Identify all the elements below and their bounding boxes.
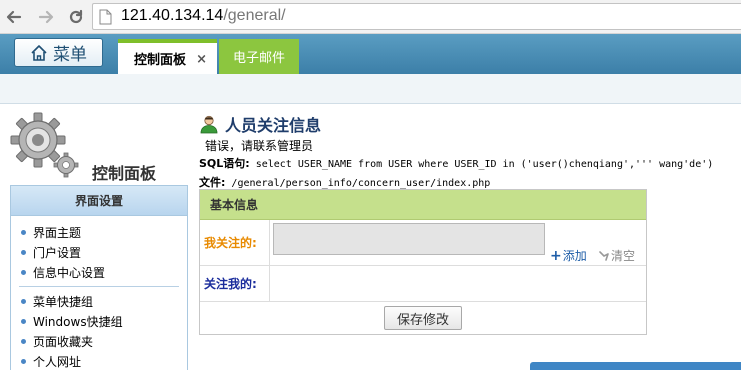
sidebar-item-theme[interactable]: 界面主题 — [21, 222, 187, 242]
plus-icon: + — [550, 247, 562, 264]
sidebar-item-personal-urls[interactable]: 个人网址 — [21, 351, 187, 370]
address-bar[interactable]: 121.40.134.14/general/ — [92, 3, 741, 30]
file-label: 文件: — [199, 176, 226, 189]
save-button[interactable]: 保存修改 — [384, 306, 462, 330]
bullet-icon — [21, 269, 26, 275]
bullet-icon — [21, 358, 26, 364]
forward-arrow-icon[interactable] — [34, 5, 58, 29]
file-path: 文件: /general/person_info/concern_user/in… — [199, 174, 490, 190]
basic-info-table: 基本信息 我关注的: + 添加 清空 关注我的: 保存修改 — [199, 189, 647, 335]
bullet-icon — [21, 318, 26, 324]
gear-icon — [10, 112, 80, 182]
bullet-icon — [21, 229, 26, 235]
concern-me-cell — [270, 266, 646, 301]
sidebar-section-title: 界面设置 — [11, 186, 187, 216]
clear-arrow-icon — [599, 250, 609, 261]
back-arrow-icon[interactable] — [2, 5, 26, 29]
table-row-my-concern: 我关注的: + 添加 清空 — [200, 220, 646, 266]
sub-toolbar — [0, 74, 741, 104]
sidebar-item-portal[interactable]: 门户设置 — [21, 242, 187, 262]
menu-button[interactable]: 菜单 — [14, 38, 103, 67]
concern-textarea[interactable] — [273, 223, 545, 255]
clear-button[interactable]: 清空 — [598, 247, 635, 264]
top-navigation-bar: 菜单 控制面板 × 电子邮件 — [0, 34, 741, 74]
my-concern-label: 我关注的: — [200, 220, 270, 265]
sql-statement: SQL语句: select USER_NAME from USER where … — [199, 155, 713, 171]
error-message: 错误，请联系管理员 — [205, 139, 314, 153]
concern-me-label: 关注我的: — [200, 266, 270, 301]
file-value: /general/person_info/concern_user/index.… — [225, 178, 491, 189]
sidebar-item-windows-shortcuts[interactable]: Windows快捷组 — [21, 311, 187, 331]
reload-icon[interactable] — [64, 5, 88, 29]
add-button[interactable]: + 添加 — [550, 247, 587, 264]
user-icon — [200, 115, 218, 134]
tab-control-panel[interactable]: 控制面板 × — [118, 39, 217, 74]
tab-email[interactable]: 电子邮件 — [219, 39, 299, 74]
table-heading: 基本信息 — [200, 190, 646, 220]
bullet-icon — [21, 249, 26, 255]
sidebar-divider — [19, 286, 179, 287]
bottom-panel-edge — [530, 362, 741, 370]
url-text: 121.40.134.14/general/ — [121, 7, 286, 24]
panel-title: 控制面板 — [92, 164, 157, 183]
tab-label: 控制面板 — [134, 53, 187, 68]
bullet-icon — [21, 298, 26, 304]
browser-toolbar: 121.40.134.14/general/ — [0, 0, 741, 34]
home-icon — [31, 44, 47, 61]
close-icon[interactable]: × — [196, 52, 207, 67]
bullet-icon — [21, 338, 26, 344]
table-row-actions: 保存修改 — [200, 302, 646, 334]
table-row-concern-me: 关注我的: — [200, 266, 646, 302]
sidebar-item-favorites[interactable]: 页面收藏夹 — [21, 331, 187, 351]
menu-label: 菜单 — [53, 45, 87, 65]
sidebar-item-menu-shortcuts[interactable]: 菜单快捷组 — [21, 291, 187, 311]
sidebar-group-2: 菜单快捷组 Windows快捷组 页面收藏夹 个人网址 — [11, 291, 187, 370]
tab-label: 电子邮件 — [232, 51, 285, 66]
sql-label: SQL语句: — [199, 157, 250, 170]
page-title-text: 人员关注信息 — [225, 116, 322, 135]
page-icon — [99, 9, 112, 25]
sidebar-group-1: 界面主题 门户设置 信息中心设置 — [11, 216, 187, 282]
sql-value: select USER_NAME from USER where USER_ID… — [249, 159, 714, 170]
sidebar-item-info-center[interactable]: 信息中心设置 — [21, 262, 187, 282]
sidebar: 界面设置 界面主题 门户设置 信息中心设置 菜单快捷组 Windows快捷组 页… — [10, 185, 188, 370]
page-title: 人员关注信息 — [199, 112, 321, 136]
my-concern-cell: + 添加 清空 — [270, 220, 646, 265]
panel-header: 控制面板 — [10, 112, 190, 183]
